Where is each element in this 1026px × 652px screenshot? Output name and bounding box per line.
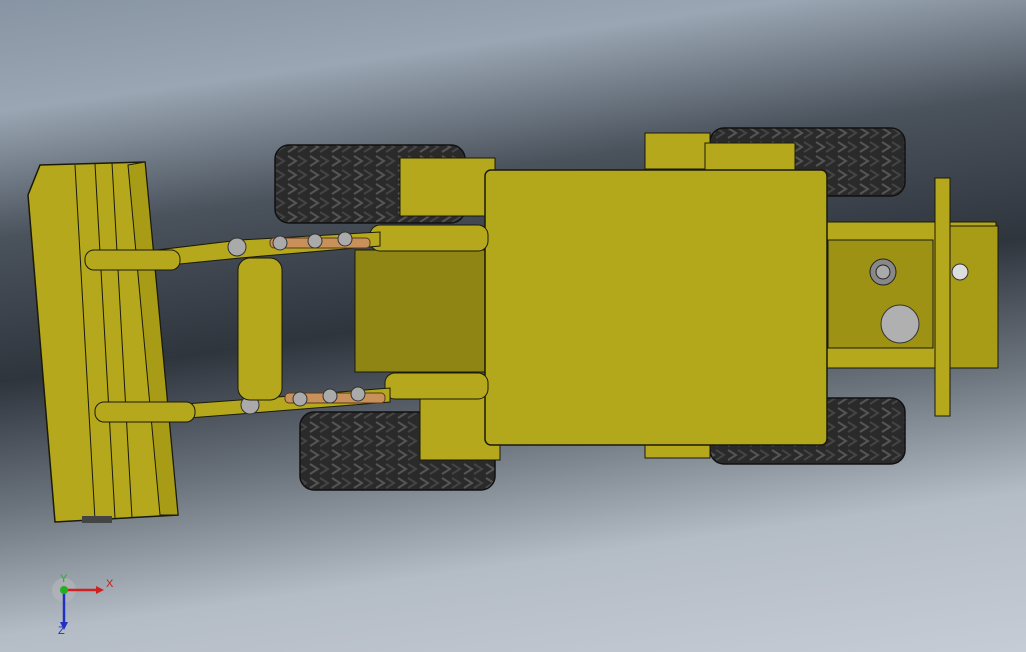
x-axis-label: X [106,578,114,590]
y-axis-label: Y [60,574,68,585]
cross-tube[interactable] [237,257,283,401]
loader-model[interactable] [0,0,1026,652]
graphics-viewport[interactable]: X Y Z [0,0,1026,652]
hydraulic-cylinder-lower[interactable] [384,372,489,400]
bucket[interactable] [27,161,196,523]
hydraulic-cylinder-upper[interactable] [369,224,489,252]
cab-roof[interactable] [484,169,828,446]
counterweight[interactable] [825,177,999,417]
z-axis-label: Z [58,625,65,636]
coordinate-triad: X Y Z [52,574,114,636]
